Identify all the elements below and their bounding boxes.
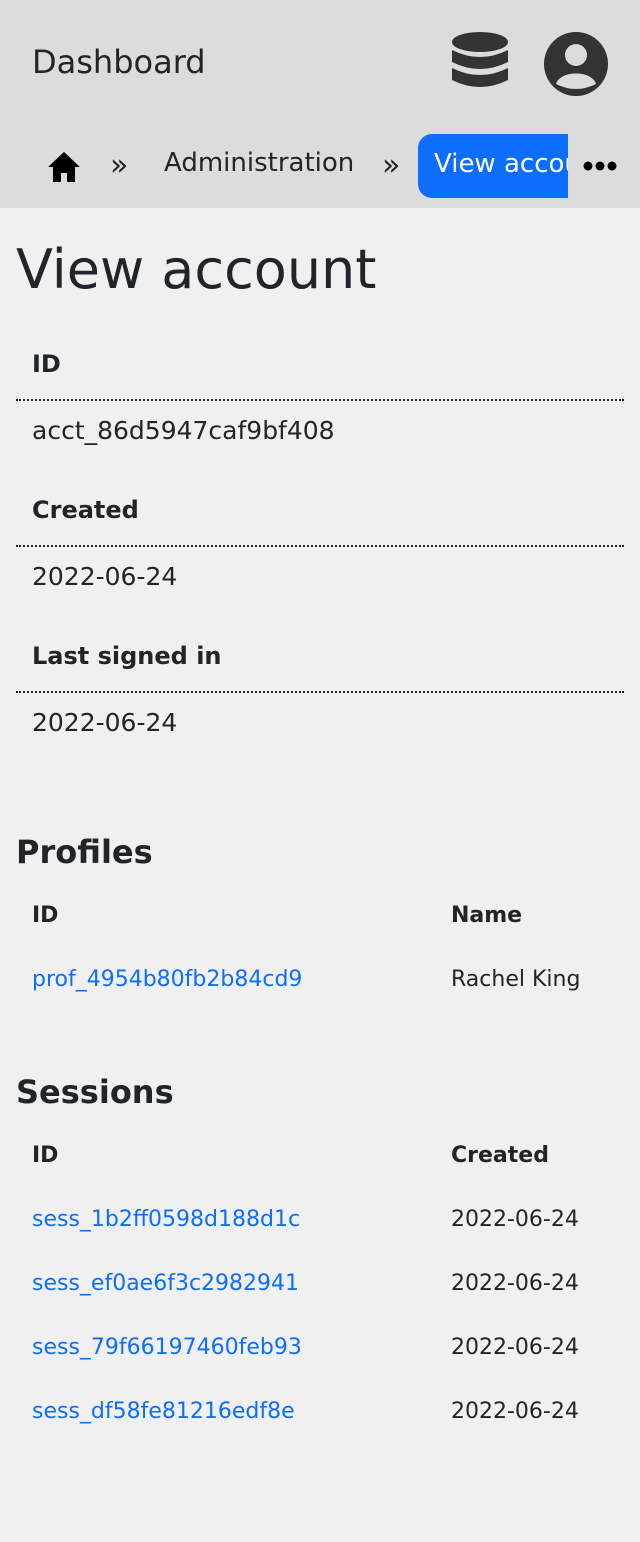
- home-icon[interactable]: [46, 150, 82, 184]
- detail-label-last-signed-in: Last signed in: [32, 642, 222, 670]
- more-horizontal-icon[interactable]: [580, 154, 620, 178]
- breadcrumb-current-label: View account: [434, 149, 568, 179]
- breadcrumb-separator: »: [382, 148, 401, 183]
- divider: [16, 399, 624, 401]
- detail-value-id: acct_86d5947caf9bf408: [32, 416, 335, 445]
- column-header-id: ID: [32, 903, 59, 928]
- session-created: 2022-06-24: [451, 1399, 579, 1424]
- page-title: View account: [16, 238, 377, 301]
- profile-name: Rachel King: [451, 967, 581, 992]
- column-header-created: Created: [451, 1143, 549, 1168]
- session-id-link[interactable]: sess_1b2ff0598d188d1c: [32, 1205, 300, 1235]
- column-header-id: ID: [32, 1143, 59, 1168]
- session-id-link[interactable]: sess_df58fe81216edf8e: [32, 1397, 295, 1427]
- session-id-link[interactable]: sess_ef0ae6f3c2982941: [32, 1269, 299, 1299]
- detail-value-last-signed-in: 2022-06-24: [32, 708, 178, 737]
- divider: [16, 691, 624, 693]
- detail-label-created: Created: [32, 496, 139, 524]
- account-circle-icon[interactable]: [542, 30, 610, 98]
- app-header: Dashboard » Administration » View accoun…: [0, 0, 640, 208]
- sessions-heading: Sessions: [16, 1073, 174, 1111]
- detail-label-id: ID: [32, 350, 61, 378]
- app-title[interactable]: Dashboard: [32, 42, 206, 82]
- session-id-link[interactable]: sess_79f66197460feb93: [32, 1333, 302, 1363]
- breadcrumb-item-administration[interactable]: Administration: [164, 146, 354, 180]
- divider: [16, 545, 624, 547]
- breadcrumb: » Administration » View account: [0, 134, 640, 198]
- detail-value-created: 2022-06-24: [32, 562, 178, 591]
- session-created: 2022-06-24: [451, 1271, 579, 1296]
- breadcrumb-item-current[interactable]: View account: [418, 134, 568, 198]
- profile-id-link[interactable]: prof_4954b80fb2b84cd9: [32, 965, 302, 995]
- session-created: 2022-06-24: [451, 1207, 579, 1232]
- column-header-name: Name: [451, 903, 523, 928]
- database-icon[interactable]: [448, 30, 512, 98]
- session-created: 2022-06-24: [451, 1335, 579, 1360]
- breadcrumb-separator: »: [110, 148, 129, 183]
- profiles-heading: Profiles: [16, 833, 153, 871]
